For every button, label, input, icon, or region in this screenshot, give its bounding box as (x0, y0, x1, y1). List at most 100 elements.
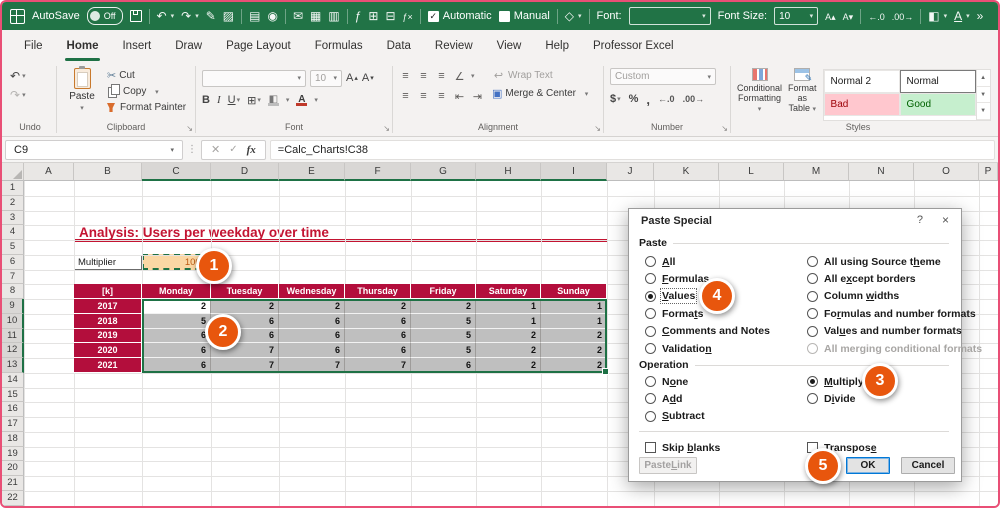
row-header-7[interactable]: 7 (2, 269, 24, 285)
cell-C9[interactable]: 2 (142, 299, 211, 314)
remove-arrows-icon[interactable] (403, 10, 413, 22)
redo-button[interactable]: ▾ (10, 87, 26, 103)
gallery-down-icon[interactable]: ▼ (976, 87, 990, 104)
row-header-15[interactable]: 15 (2, 387, 24, 403)
tab-review[interactable]: Review (423, 30, 485, 63)
shape-dropdown-icon[interactable]: ▾ (578, 12, 582, 20)
cell-C13[interactable]: 6 (142, 358, 211, 373)
font-name-dropdown[interactable]: ▾ (628, 7, 711, 25)
print-icon[interactable] (328, 10, 339, 22)
row-header-3[interactable]: 3 (2, 210, 24, 226)
document-icon[interactable] (249, 10, 260, 22)
radio-column-widths[interactable]: Column widths (807, 290, 899, 303)
shape-icon[interactable] (565, 10, 574, 22)
redo-icon[interactable] (181, 10, 191, 22)
accounting-format-button[interactable]: $ ▾ (610, 93, 621, 105)
cell-D13[interactable]: 7 (211, 358, 279, 373)
style-normal[interactable]: Normal (899, 70, 976, 93)
radio-validation[interactable]: Validation (645, 342, 712, 355)
cell-I9[interactable]: 1 (541, 299, 607, 314)
year-cell-2020[interactable]: 2020 (74, 343, 142, 358)
formula-input[interactable]: =Calc_Charts!C38 (269, 139, 995, 160)
row-header-2[interactable]: 2 (2, 195, 24, 211)
row-header-4[interactable]: 4 (2, 225, 24, 240)
tab-help[interactable]: Help (533, 30, 581, 63)
column-header-D[interactable]: D (211, 163, 279, 181)
undo-icon[interactable] (157, 10, 167, 22)
column-header-A[interactable]: A (24, 163, 74, 181)
row-header-18[interactable]: 18 (2, 431, 24, 447)
cell-D9[interactable]: 2 (211, 299, 279, 314)
increase-indent-button[interactable]: ⇥ (471, 90, 484, 103)
number-format-select[interactable]: Custom ▾ (610, 68, 716, 85)
tab-formulas[interactable]: Formulas (303, 30, 375, 63)
alignment-dialog-launcher[interactable]: ↘ (594, 124, 601, 133)
mail-icon[interactable] (293, 10, 303, 22)
format-painter-button[interactable]: Format Painter (107, 100, 186, 115)
italic-button[interactable]: I (217, 94, 221, 106)
column-header-O[interactable]: O (914, 163, 979, 181)
cell-G12[interactable]: 5 (411, 343, 476, 358)
row-header-19[interactable]: 19 (2, 446, 24, 462)
style-good[interactable]: Good (899, 93, 976, 116)
year-cell-2021[interactable]: 2021 (74, 358, 142, 373)
insert-function-icon[interactable]: fx (247, 144, 256, 156)
radio-add[interactable]: Add (645, 392, 682, 405)
year-cell-2019[interactable]: 2019 (74, 328, 142, 344)
cell-I11[interactable]: 2 (541, 328, 607, 344)
day-header-friday[interactable]: Friday (411, 284, 476, 299)
row-header-20[interactable]: 20 (2, 461, 24, 476)
paste-button[interactable]: Paste ▾ (63, 66, 101, 121)
cell-E13[interactable]: 7 (279, 358, 345, 373)
cell-H9[interactable]: 1 (476, 299, 541, 314)
cancel-icon[interactable]: ✕ (211, 143, 220, 156)
day-header-saturday[interactable]: Saturday (476, 284, 541, 299)
increase-decimal-button[interactable] (658, 94, 675, 104)
clipboard-dialog-launcher[interactable]: ↘ (186, 124, 193, 133)
column-header-M[interactable]: M (784, 163, 849, 181)
cell-H10[interactable]: 1 (476, 313, 541, 329)
row-header-5[interactable]: 5 (2, 240, 24, 255)
font-size-dropdown[interactable]: 10 ▾ (774, 7, 819, 25)
radio-formulas-and-number-formats[interactable]: Formulas and number formats (807, 307, 976, 320)
cell-G10[interactable]: 5 (411, 313, 476, 329)
radio-subtract[interactable]: Subtract (645, 410, 705, 423)
multiplier-label-cell[interactable]: Multiplier (74, 255, 142, 270)
cancel-button[interactable]: Cancel (901, 457, 955, 474)
column-header-N[interactable]: N (849, 163, 914, 181)
fill-color-button[interactable] (267, 95, 279, 106)
day-header-sunday[interactable]: Sunday (541, 284, 607, 299)
decrease-decimal-icon[interactable] (892, 10, 914, 22)
row-header-10[interactable]: 10 (2, 313, 24, 329)
paste-link-button[interactable]: Paste Link (639, 457, 697, 474)
merge-center-button[interactable]: ▣ Merge & Center ▾ (492, 86, 588, 101)
percent-format-button[interactable]: % (629, 93, 639, 105)
align-left-button[interactable]: ≡ (399, 90, 412, 102)
tab-file[interactable]: File (12, 30, 55, 63)
font-dialog-launcher[interactable]: ↘ (383, 124, 390, 133)
function-icon[interactable] (355, 10, 362, 22)
column-header-K[interactable]: K (654, 163, 719, 181)
column-header-L[interactable]: L (719, 163, 784, 181)
top-align-button[interactable]: ≡ (399, 71, 412, 82)
cell-I12[interactable]: 2 (541, 343, 607, 358)
font-color-dropdown-icon[interactable]: ▾ (966, 12, 970, 20)
number-dialog-launcher[interactable]: ↘ (721, 124, 728, 133)
style-normal-2[interactable]: Normal 2 (823, 70, 900, 93)
bold-button[interactable]: B (202, 94, 210, 106)
column-header-H[interactable]: H (476, 163, 541, 181)
grow-font-button[interactable]: A ▴ (346, 72, 358, 84)
radio-all[interactable]: All (645, 255, 675, 268)
cell-F9[interactable]: 2 (345, 299, 411, 314)
gallery-expand-icon[interactable]: ▼ (976, 103, 990, 121)
redo-dropdown-icon[interactable]: ▾ (195, 12, 199, 20)
increase-decimal-icon[interactable] (868, 10, 885, 22)
radio-values[interactable]: Values (645, 288, 698, 305)
trace-precedents-icon[interactable] (368, 10, 378, 22)
record-icon[interactable] (267, 10, 277, 22)
trace-dependents-icon[interactable] (385, 10, 395, 22)
day-header-wednesday[interactable]: Wednesday (279, 284, 345, 299)
column-header-E[interactable]: E (279, 163, 345, 181)
cell-E11[interactable]: 6 (279, 328, 345, 344)
cell-C10[interactable]: 5 (142, 313, 211, 329)
